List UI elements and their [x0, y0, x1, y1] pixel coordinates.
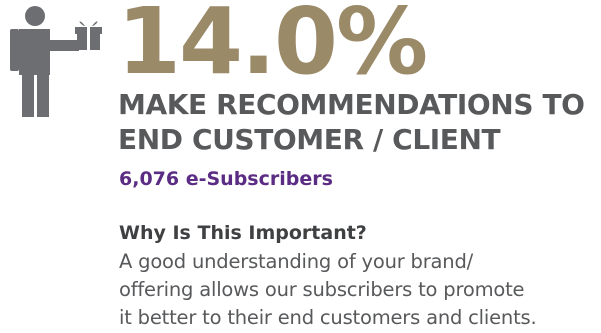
headline-line-1: MAKE RECOMMENDATIONS TO: [118, 88, 585, 121]
why-heading: Why Is This Important?: [119, 222, 367, 244]
headline-line-2: END CUSTOMER / CLIENT: [118, 123, 501, 156]
subscriber-count: 6,076 e-Subscribers: [119, 168, 333, 190]
headline: MAKE RECOMMENDATIONS TO END CUSTOMER / C…: [118, 87, 601, 157]
person-holding-gift-icon: [7, 5, 107, 119]
why-body-line-1: A good understanding of your brand/: [119, 250, 473, 273]
percentage-value: 14.0%: [117, 0, 428, 95]
why-body: A good understanding of your brand/ offe…: [119, 248, 601, 332]
stat-panel: 14.0% MAKE RECOMMENDATIONS TO END CUSTOM…: [0, 0, 601, 333]
why-body-line-3: it better to their end customers and cli…: [119, 306, 537, 329]
why-body-line-2: offering allows our subscribers to promo…: [119, 278, 525, 301]
